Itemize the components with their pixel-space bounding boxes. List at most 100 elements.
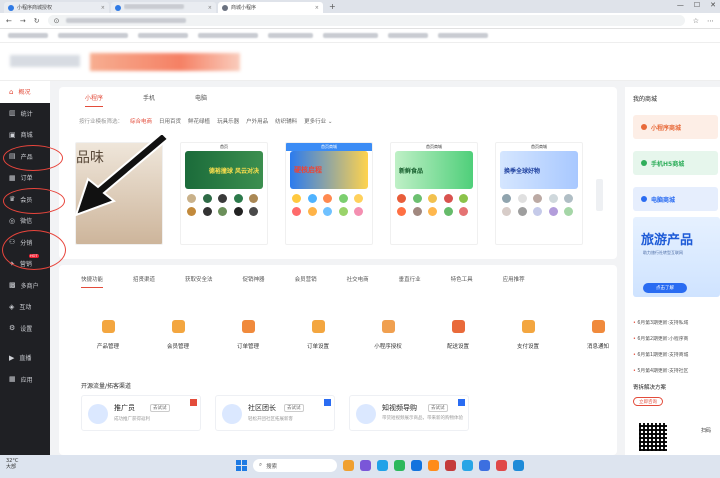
minimize-button[interactable]: — — [677, 1, 684, 9]
feature-label: 小程序授权 — [374, 344, 402, 350]
news-item[interactable]: • 5月第4期更新:支持社区 — [633, 367, 688, 374]
taskbar-app-icon[interactable] — [377, 460, 388, 471]
back-icon[interactable]: ← — [6, 17, 12, 25]
promo-card-community[interactable]: 社区团长 去试试 轻松开团社区拓展新客 — [215, 395, 335, 431]
feature-tab[interactable]: 特色工具 — [451, 275, 473, 288]
bookmarks-bar — [0, 29, 720, 43]
feature-tab[interactable]: 会员营销 — [295, 275, 317, 288]
sidebar-item-merchant[interactable]: ▩ 多商户 — [0, 275, 50, 297]
template-thumb[interactable]: 首页商城 硬核启程 — [285, 142, 373, 245]
template-thumb[interactable]: 首页 德裕撞球 风云对决 — [180, 142, 268, 245]
forward-icon[interactable]: → — [20, 17, 26, 25]
close-window-button[interactable]: ✕ — [710, 1, 716, 9]
banner-learn-more-button[interactable]: 点击了解 — [643, 283, 687, 293]
sidebar-item-label: 商城 — [20, 132, 33, 140]
more-industries-dropdown[interactable]: 更多行业 ⌄ — [304, 117, 332, 125]
thumbs-scroll-right-button[interactable] — [596, 179, 603, 211]
template-thumb-hero: 德裕撞球 风云对决 — [185, 151, 263, 189]
feature-tab[interactable]: 快捷功能 — [81, 275, 104, 288]
travel-banner[interactable]: 旅游产品 助力旅行社转型互联网 点击了解 — [633, 217, 720, 297]
template-thumb[interactable]: 首页商城 新鲜食品 — [390, 142, 478, 245]
sidebar-item-apps[interactable]: ▦ 应用 — [0, 369, 50, 391]
template-thumb[interactable]: 首页商城 换季全球好物 — [495, 142, 583, 245]
new-tab-button[interactable]: + — [329, 2, 336, 11]
pc-shop-button[interactable]: 电脑商城 — [633, 187, 718, 211]
browser-tabbar: 小程序商城授权 × × 商城小程序 × + — ☐ ✕ — [0, 0, 720, 13]
filter-option[interactable]: 日用百货 — [159, 117, 181, 125]
banner-subtitle: 助力旅行社转型互联网 — [643, 250, 683, 255]
promo-try-tag[interactable]: 去试试 — [150, 404, 170, 412]
feature-tab[interactable]: 促销神器 — [243, 275, 265, 288]
news-item[interactable]: • 6月第1期更新:支持商城 — [633, 351, 688, 358]
feature-icon — [591, 320, 605, 333]
template-thumb-bar: 首页 — [220, 144, 228, 149]
taskbar-search[interactable]: ⌕ 搜索 — [253, 459, 337, 472]
tab-mobile[interactable]: 手机 — [143, 93, 155, 107]
filter-option[interactable]: 户外用品 — [246, 117, 268, 125]
taskbar-app-icon[interactable] — [445, 460, 456, 471]
filter-option[interactable]: 综合电商 — [130, 117, 152, 125]
h5-shop-button[interactable]: 手机H5商城 — [633, 151, 718, 175]
sidebar-item-home[interactable]: ⌂ 概况 — [0, 81, 50, 103]
feature-tab[interactable]: 社交电商 — [347, 275, 369, 288]
tab-close-icon[interactable]: × — [315, 5, 319, 11]
feature-item[interactable]: 会员管理 — [143, 320, 213, 350]
tab-close-icon[interactable]: × — [208, 5, 212, 11]
feature-item[interactable]: 配送设置 — [423, 320, 493, 350]
miniprogram-shop-button[interactable]: 小程序商城 — [633, 115, 718, 139]
taskbar-app-icon[interactable] — [360, 460, 371, 471]
filter-option[interactable]: 鲜花绿植 — [188, 117, 210, 125]
star-icon[interactable]: ☆ — [693, 17, 699, 25]
order-icon: ▦ — [9, 173, 16, 182]
feature-tab[interactable]: 获取安全法 — [185, 275, 213, 288]
consult-button[interactable]: 立即咨询 — [633, 397, 663, 406]
url-field[interactable]: ⊙ — [47, 15, 685, 26]
browser-tab-2[interactable]: × — [111, 2, 216, 13]
promo-card-promoter[interactable]: 推广员 去试试 成功推广获得返利 — [81, 395, 201, 431]
taskbar-app-icon[interactable] — [462, 460, 473, 471]
taskbar-app-icon[interactable] — [411, 460, 422, 471]
taskbar-app-icon[interactable] — [496, 460, 507, 471]
news-item[interactable]: • 6月第3期更新:支持私域 — [633, 319, 688, 326]
filter-option[interactable]: 玩具乐器 — [217, 117, 239, 125]
tab-close-icon[interactable]: × — [101, 5, 105, 11]
feature-tab[interactable]: 垂直行业 — [399, 275, 421, 288]
feature-item[interactable]: 产品管理 — [73, 320, 143, 350]
tab-pc[interactable]: 电脑 — [195, 93, 207, 107]
feature-item[interactable]: 订单设置 — [283, 320, 353, 350]
filter-option[interactable]: 纺织辅料 — [275, 117, 297, 125]
sidebar-item-stats[interactable]: ▥ 统计 — [0, 103, 50, 125]
feature-tab[interactable]: 应用推荐 — [503, 275, 525, 288]
sidebar-item-label: 互动 — [19, 304, 32, 312]
promo-try-tag[interactable]: 去试试 — [284, 404, 304, 412]
tab-miniprogram[interactable]: 小程序 — [85, 93, 104, 107]
weather-widget[interactable]: 32°C 大部 — [6, 458, 18, 470]
feature-item[interactable]: 订单管理 — [213, 320, 283, 350]
site-header — [0, 43, 720, 81]
taskbar-app-icon[interactable] — [428, 460, 439, 471]
taskbar-app-icon[interactable] — [479, 460, 490, 471]
feature-tab[interactable]: 招贤渠道 — [133, 275, 155, 288]
feature-item[interactable]: 支付设置 — [493, 320, 563, 350]
promo-try-tag[interactable]: 去试试 — [428, 404, 448, 412]
tab-favicon-icon — [115, 4, 121, 11]
maximize-button[interactable]: ☐ — [694, 1, 700, 9]
news-item[interactable]: • 6月第2期更新:小程序商 — [633, 335, 688, 342]
sidebar-item-live[interactable]: ▶ 直播 — [0, 347, 50, 369]
reload-icon[interactable]: ↻ — [34, 17, 40, 25]
sidebar-item-settings[interactable]: ⚙ 设置 — [0, 318, 50, 340]
feature-item[interactable]: 小程序授权 — [353, 320, 423, 350]
taskbar-app-icon[interactable] — [513, 460, 524, 471]
taskbar-app-icon[interactable] — [394, 460, 405, 471]
banner-title: 旅游产品 — [641, 233, 694, 248]
sidebar-item-interact[interactable]: ◈ 互动 — [0, 296, 50, 318]
browser-tab-1[interactable]: 小程序商城授权 × — [4, 2, 109, 13]
windows-start-icon[interactable] — [236, 460, 247, 471]
template-thumb[interactable]: 品味 — [75, 142, 163, 245]
taskbar-app-icon[interactable] — [343, 460, 354, 471]
promo-card-video[interactable]: 知视频导购 去试试 带货短视频展示商品，带来新的购物体验 — [349, 395, 469, 431]
feature-item[interactable]: 消息通知 — [563, 320, 633, 350]
browser-tab-3[interactable]: 商城小程序 × — [218, 2, 323, 13]
sidebar-item-store[interactable]: ▣ 商城 — [0, 124, 50, 146]
menu-icon[interactable]: ⋯ — [707, 17, 714, 25]
